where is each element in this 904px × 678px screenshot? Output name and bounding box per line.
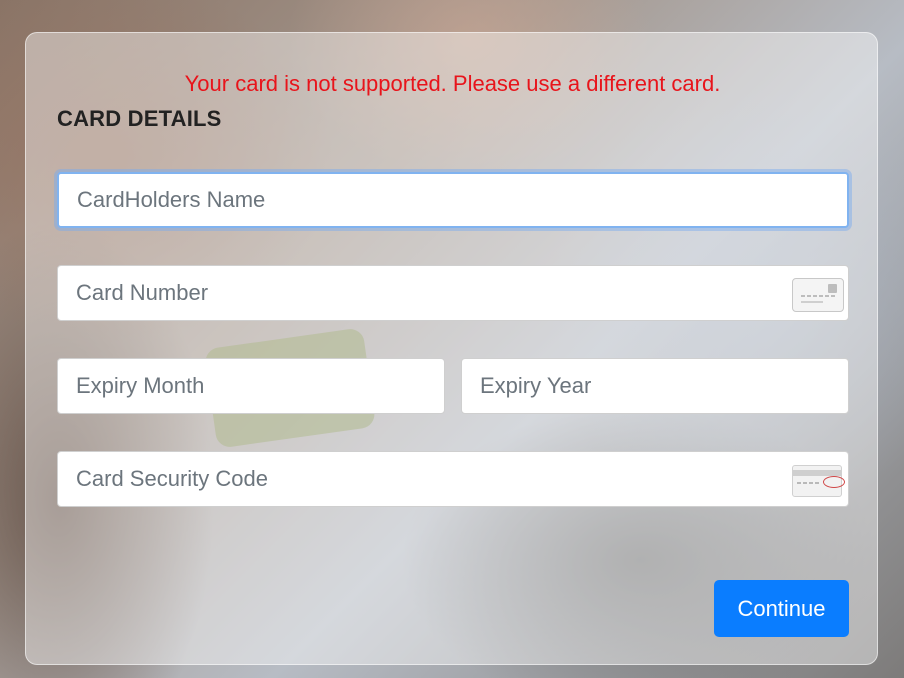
card-number-input[interactable] [57, 265, 849, 321]
credit-card-icon [792, 278, 844, 312]
card-security-code-icon [792, 465, 845, 497]
expiry-month-input[interactable] [57, 358, 445, 414]
expiry-year-input[interactable] [461, 358, 849, 414]
section-title: CARD DETAILS [57, 106, 222, 131]
card-security-code-input[interactable] [57, 451, 849, 507]
continue-button[interactable]: Continue [714, 580, 849, 637]
card-details-panel: Your card is not supported. Please use a… [25, 32, 878, 665]
cardholder-name-input[interactable] [57, 172, 849, 228]
error-message: Your card is not supported. Please use a… [184, 71, 721, 96]
